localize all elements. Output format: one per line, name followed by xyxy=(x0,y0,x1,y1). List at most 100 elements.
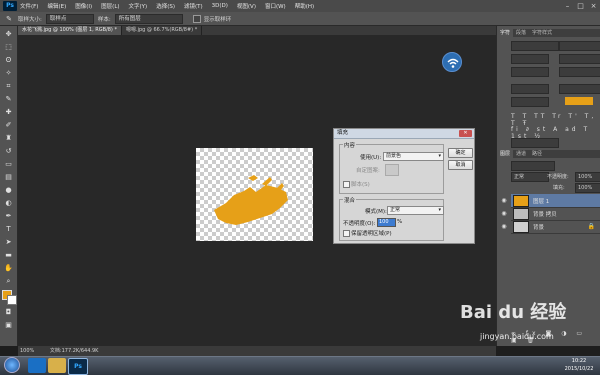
document-tab-2[interactable]: 嗯嗯.jpg @ 66.7%(RGB/8#) * xyxy=(122,26,203,35)
stamp-tool-icon[interactable]: ♜ xyxy=(4,133,14,143)
font-style-field[interactable] xyxy=(559,41,600,51)
zoom-level[interactable]: 100% xyxy=(20,348,34,354)
type-tool-icon[interactable]: T xyxy=(4,224,14,234)
cancel-button[interactable]: 取消 xyxy=(448,160,473,170)
eye-icon[interactable]: ◉ xyxy=(499,220,509,233)
maximize-button[interactable]: □ xyxy=(574,0,587,12)
layer-thumbnail xyxy=(513,194,529,207)
menu-bar: Ps 文件(F) 编辑(E) 图像(I) 图层(L) 文字(Y) 选择(S) 滤… xyxy=(0,0,600,12)
kerning-field[interactable] xyxy=(511,67,549,77)
quick-mask-icon[interactable]: ◘ xyxy=(4,307,14,317)
splash-artwork xyxy=(214,175,288,225)
layer-row-2[interactable]: 背景 拷贝 xyxy=(511,207,600,221)
character-panel-tabs: 字符 段落 字符样式 xyxy=(497,29,600,37)
eyedropper-tool-icon[interactable]: ✎ xyxy=(4,94,14,104)
tab-paragraph[interactable]: 段落 xyxy=(513,29,529,37)
layer-row-3[interactable]: 背景 🔒 xyxy=(511,220,600,234)
start-button[interactable] xyxy=(4,357,20,373)
horizontal-scale-field[interactable] xyxy=(559,84,600,94)
menu-filter[interactable]: 滤镜(T) xyxy=(184,2,203,10)
fill-dialog: 填充 ✕ 内容 使用(U): 前景色 自定图案: 脚本(S) 混合 模式(M):… xyxy=(333,128,475,244)
magic-wand-tool-icon[interactable]: ✧ xyxy=(4,68,14,78)
history-brush-icon[interactable]: ↺ xyxy=(4,146,14,156)
vertical-scale-field[interactable] xyxy=(511,84,549,94)
menu-type[interactable]: 文字(Y) xyxy=(129,2,148,10)
sample-select[interactable]: 所有图层 xyxy=(114,13,183,24)
zoom-tool-icon[interactable]: ⌕ xyxy=(4,276,14,286)
baseline-shift-field[interactable] xyxy=(511,97,549,107)
tab-channels[interactable]: 通道 xyxy=(513,150,529,158)
menu-layer[interactable]: 图层(L) xyxy=(101,2,119,10)
blend-mode-select[interactable]: 正常 xyxy=(511,172,549,182)
tab-paths[interactable]: 路径 xyxy=(529,150,545,158)
layer-row-1[interactable]: 图层 1 xyxy=(511,194,600,208)
close-button[interactable]: × xyxy=(587,0,600,12)
opacity-input[interactable]: 100 xyxy=(377,218,396,227)
watermark-brand: Bai du 经验 xyxy=(460,302,567,323)
layers-panel-tabs: 图层 通道 路径 xyxy=(497,150,600,158)
type-style-buttons[interactable]: T T TT Tr T' T, T Ŧ xyxy=(511,113,599,127)
blur-tool-icon[interactable]: ● xyxy=(4,185,14,195)
language-select[interactable] xyxy=(511,138,559,148)
tracking-field[interactable] xyxy=(559,67,600,77)
preserve-transparency-label: 保留透明区域(P) xyxy=(351,231,392,237)
eraser-tool-icon[interactable]: ▭ xyxy=(4,159,14,169)
tab-character[interactable]: 字符 xyxy=(497,29,514,37)
text-color-swatch[interactable] xyxy=(565,97,593,105)
layer-opacity-field[interactable]: 100% xyxy=(575,172,600,182)
brush-tool-icon[interactable]: ✐ xyxy=(4,120,14,130)
ok-button[interactable]: 确定 xyxy=(448,148,473,158)
crop-tool-icon[interactable]: ⌗ xyxy=(4,81,14,91)
gradient-tool-icon[interactable]: ▤ xyxy=(4,172,14,182)
script-label: 脚本(S) xyxy=(351,182,370,188)
lasso-tool-icon[interactable]: ʘ xyxy=(4,55,14,65)
eye-icon[interactable]: ◉ xyxy=(499,194,509,207)
menu-image[interactable]: 图像(I) xyxy=(75,2,92,10)
pen-tool-icon[interactable]: ✒ xyxy=(4,211,14,221)
mode-select[interactable]: 正常 xyxy=(387,206,444,215)
layer-name: 背景 xyxy=(533,224,545,231)
opacity-unit: % xyxy=(397,219,403,225)
document-tab-1[interactable]: 水花飞溅.jpg @ 100% (图层 1, RGB/8) * xyxy=(18,26,122,35)
layer-name: 图层 1 xyxy=(533,198,550,205)
font-size-field[interactable] xyxy=(511,54,549,64)
move-tool-icon[interactable]: ✥ xyxy=(4,29,14,39)
menu-window[interactable]: 窗口(W) xyxy=(265,2,286,10)
eyedropper-icon[interactable]: ✎ xyxy=(0,15,18,23)
dodge-tool-icon[interactable]: ◐ xyxy=(4,198,14,208)
use-select[interactable]: 前景色 xyxy=(383,152,444,161)
tab-character-styles[interactable]: 字符样式 xyxy=(529,29,555,37)
explorer-icon[interactable] xyxy=(48,358,66,373)
show-ring-checkbox[interactable] xyxy=(192,14,201,23)
menu-3d[interactable]: 3D(D) xyxy=(212,3,228,9)
eye-icon[interactable]: ◉ xyxy=(499,207,509,220)
color-swatches[interactable] xyxy=(1,290,17,305)
photoshop-taskbar-icon[interactable]: Ps xyxy=(68,358,88,375)
menu-select[interactable]: 选择(S) xyxy=(156,2,175,10)
ie-icon[interactable] xyxy=(28,358,46,373)
screen-mode-icon[interactable]: ▣ xyxy=(4,320,14,330)
menu-file[interactable]: 文件(F) xyxy=(20,2,38,10)
menu-edit[interactable]: 编辑(E) xyxy=(47,2,66,10)
sample-size-select[interactable]: 取样点 xyxy=(45,13,94,24)
minimize-button[interactable]: – xyxy=(561,0,574,12)
menu-help[interactable]: 帮助(H) xyxy=(295,2,314,10)
path-select-icon[interactable]: ➤ xyxy=(4,237,14,247)
menu-view[interactable]: 视图(V) xyxy=(237,2,256,10)
layer-filter-select[interactable] xyxy=(511,161,555,171)
marquee-tool-icon[interactable]: ⬚ xyxy=(4,42,14,52)
shape-tool-icon[interactable]: ▬ xyxy=(4,250,14,260)
preserve-transparency-checkbox[interactable] xyxy=(343,230,350,237)
document-canvas[interactable] xyxy=(196,148,313,241)
healing-tool-icon[interactable]: ✚ xyxy=(4,107,14,117)
wifi-icon[interactable] xyxy=(442,52,462,72)
content-group: 内容 使用(U): 前景色 自定图案: 脚本(S) xyxy=(339,141,444,194)
opentype-buttons[interactable]: fi ∂ st A ad T 1st ½ xyxy=(511,126,599,140)
dialog-close-button[interactable]: ✕ xyxy=(459,130,472,137)
background-color-swatch[interactable] xyxy=(6,295,17,305)
font-family-field[interactable] xyxy=(511,41,559,51)
leading-field[interactable] xyxy=(559,54,600,64)
layer-fill-field[interactable]: 100% xyxy=(575,183,600,193)
hand-tool-icon[interactable]: ✋ xyxy=(4,263,14,273)
tab-layers[interactable]: 图层 xyxy=(497,150,514,158)
